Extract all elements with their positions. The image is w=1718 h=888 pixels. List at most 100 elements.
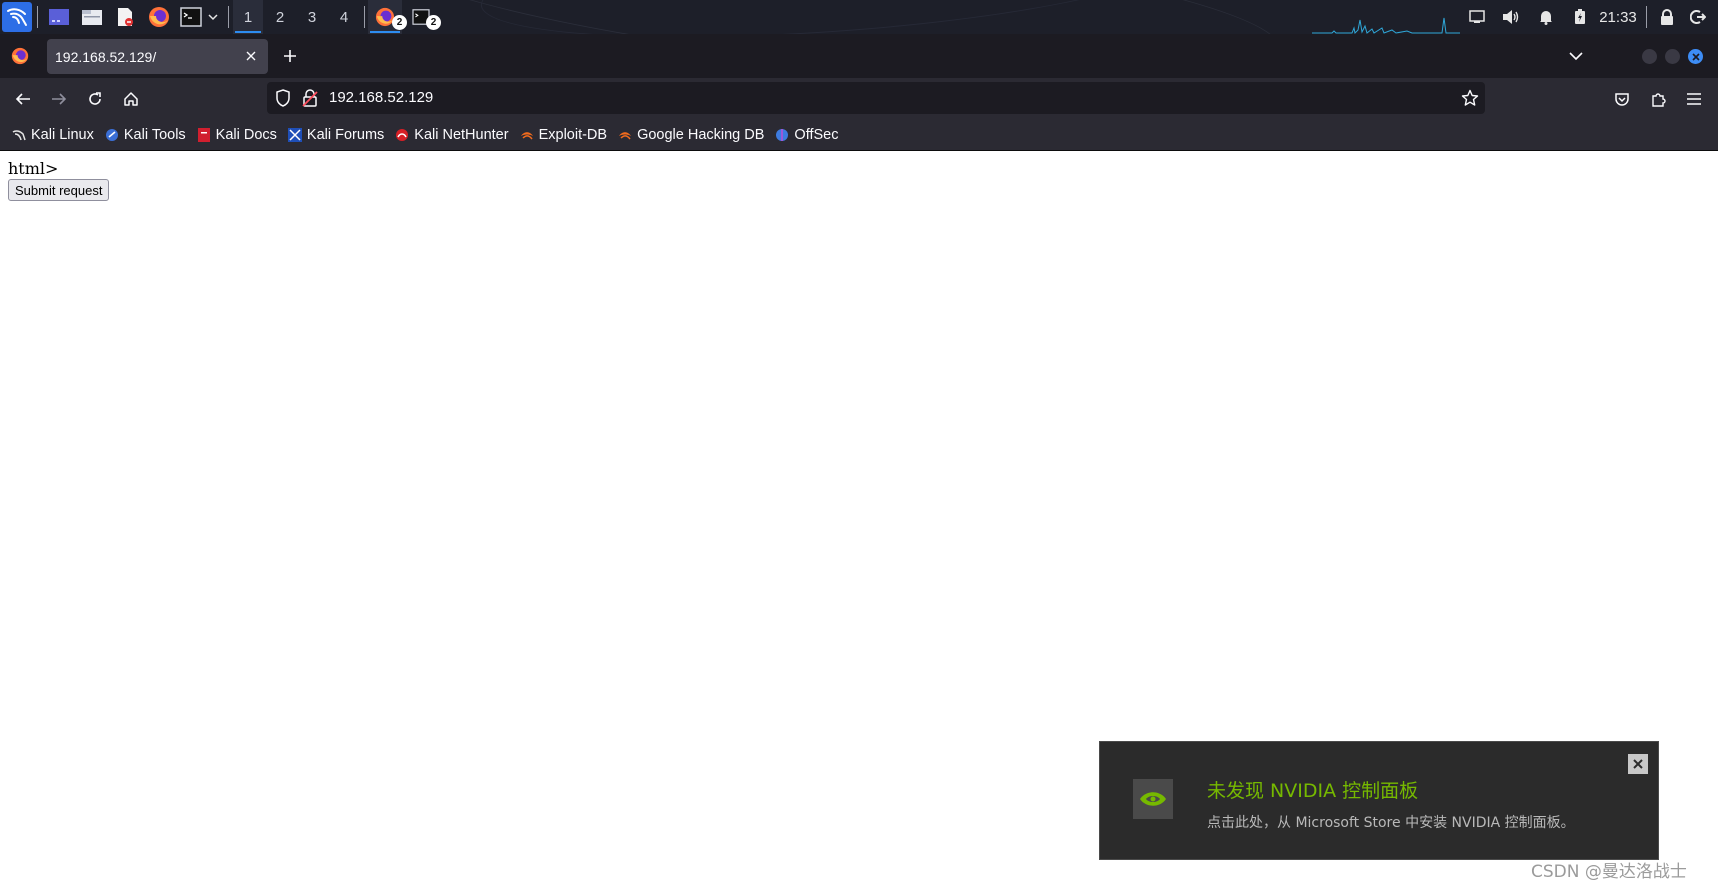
hamburger-menu-icon (1687, 93, 1701, 105)
plus-icon (284, 50, 296, 62)
lock-screen-button[interactable] (1654, 0, 1680, 34)
puzzle-icon (1652, 93, 1666, 107)
tracking-protection-button[interactable] (275, 89, 291, 111)
bookmark-kali-docs[interactable]: Kali Docs (197, 120, 277, 150)
volume-button[interactable] (1498, 0, 1524, 34)
battery-button[interactable] (1567, 0, 1593, 34)
bookmark-kali-nethunter[interactable]: Kali NetHunter (395, 120, 509, 150)
window-count-badge: 2 (392, 15, 407, 30)
bookmark-label: Kali Linux (31, 127, 94, 143)
workspace-3[interactable]: 3 (297, 0, 327, 34)
bookmark-label: Exploit-DB (538, 127, 608, 143)
workspace-4[interactable]: 4 (329, 0, 359, 34)
battery-icon (1575, 9, 1585, 24)
firefox-icon (11, 47, 29, 65)
pocket-button[interactable] (1609, 86, 1635, 112)
new-tab-button[interactable] (278, 44, 302, 68)
bookmark-google-hacking-db[interactable]: Google Hacking DB (618, 120, 764, 150)
close-icon (1691, 52, 1700, 61)
clock-text: 21:33 (1599, 8, 1637, 26)
forward-button[interactable] (46, 86, 72, 112)
nvidia-logo-icon (1133, 779, 1173, 819)
volume-icon (1503, 10, 1519, 24)
bookmark-label: Kali NetHunter (414, 127, 509, 143)
kali-dragon-icon (12, 128, 26, 142)
arrow-right-icon (52, 93, 67, 105)
reload-button[interactable] (82, 86, 108, 112)
logout-button[interactable] (1685, 0, 1711, 34)
bookmark-star-button[interactable] (1461, 89, 1479, 111)
kali-menu-button[interactable] (2, 2, 32, 32)
url-text[interactable]: 192.168.52.129 (329, 89, 433, 106)
bookmarks-toolbar: Kali Linux Kali Tools Kali Docs Kali For… (0, 120, 1718, 151)
firefox-view-button[interactable] (8, 44, 32, 68)
kali-docs-icon (197, 128, 211, 142)
submit-request-button[interactable]: Submit request (8, 179, 110, 201)
exploit-db-icon (520, 128, 534, 142)
arrow-left-icon (15, 93, 30, 105)
chevron-down-icon (208, 14, 218, 21)
lock-icon (1661, 9, 1673, 25)
workspace-label: 1 (243, 8, 253, 26)
tab-close-button[interactable] (242, 47, 260, 65)
close-icon (1633, 759, 1643, 769)
window-count-badge: 2 (426, 15, 441, 30)
tab-strip: 192.168.52.129/ (0, 34, 1718, 78)
notification-bell-icon (1540, 11, 1552, 25)
taskbar-terminal-windows[interactable]: 2 (406, 0, 441, 34)
bookmark-kali-forums[interactable]: Kali Forums (287, 120, 384, 150)
maximize-window-button[interactable] (1665, 49, 1680, 64)
close-window-button[interactable] (1688, 49, 1703, 64)
terminal-launcher[interactable] (178, 0, 204, 34)
notifications-button[interactable] (1533, 0, 1559, 34)
minimize-window-button[interactable] (1642, 49, 1657, 64)
list-all-tabs-button[interactable] (1564, 44, 1588, 68)
network-button[interactable] (1464, 0, 1490, 34)
logout-icon (1690, 10, 1706, 24)
site-security-button[interactable] (302, 89, 318, 111)
cpu-graph (1312, 17, 1460, 34)
nethunter-icon (395, 128, 409, 142)
bookmark-kali-tools[interactable]: Kali Tools (105, 120, 186, 150)
bookmark-exploit-db[interactable]: Exploit-DB (520, 120, 608, 150)
workspace-1[interactable]: 1 (233, 0, 263, 34)
panel-clock[interactable]: 21:33 (1596, 0, 1640, 34)
kali-tools-icon (105, 128, 119, 142)
terminal-icon (180, 7, 202, 27)
url-bar[interactable]: 192.168.52.129 (267, 82, 1485, 114)
text-editor-button[interactable] (112, 0, 138, 34)
toast-close-button[interactable] (1628, 754, 1648, 774)
panel-separator (364, 6, 365, 28)
launcher-dropdown[interactable] (205, 0, 221, 34)
app-menu-button[interactable] (1681, 86, 1707, 112)
workspace-label: 2 (275, 8, 285, 26)
panel-separator (228, 6, 229, 28)
toast-body: 点击此处，从 Microsoft Store 中安装 NVIDIA 控制面板。 (1207, 815, 1575, 831)
home-button[interactable] (118, 86, 144, 112)
text-editor-icon (118, 8, 133, 26)
workspace-label: 4 (339, 8, 349, 26)
page-text: html> (8, 159, 59, 178)
file-manager-button[interactable] (79, 0, 105, 34)
taskbar-firefox-windows[interactable]: 2 (368, 0, 407, 34)
bookmark-offsec[interactable]: OffSec (775, 120, 838, 150)
back-button[interactable] (10, 86, 36, 112)
show-desktop-button[interactable] (46, 0, 72, 34)
bookmark-kali-linux[interactable]: Kali Linux (12, 120, 94, 150)
ghdb-icon (618, 128, 632, 142)
tab-active[interactable]: 192.168.52.129/ (47, 39, 268, 74)
kali-forums-icon (287, 128, 302, 142)
file-manager-icon (82, 10, 102, 25)
insecure-lock-icon (302, 89, 318, 107)
toast-title: 未发现 NVIDIA 控制面板 (1207, 780, 1419, 802)
pocket-icon (1615, 93, 1629, 106)
watermark: CSDN @曼达洛战士 (1531, 862, 1687, 882)
top-panel: 1 2 3 4 2 2 21:33 (0, 0, 1718, 34)
panel-separator (37, 6, 38, 28)
tab-title: 192.168.52.129/ (55, 48, 157, 65)
workspace-2[interactable]: 2 (265, 0, 295, 34)
nvidia-notification-toast[interactable]: 未发现 NVIDIA 控制面板 点击此处，从 Microsoft Store 中… (1099, 741, 1659, 860)
show-desktop-icon (49, 9, 69, 25)
extensions-button[interactable] (1645, 86, 1671, 112)
firefox-launcher[interactable] (146, 0, 172, 34)
